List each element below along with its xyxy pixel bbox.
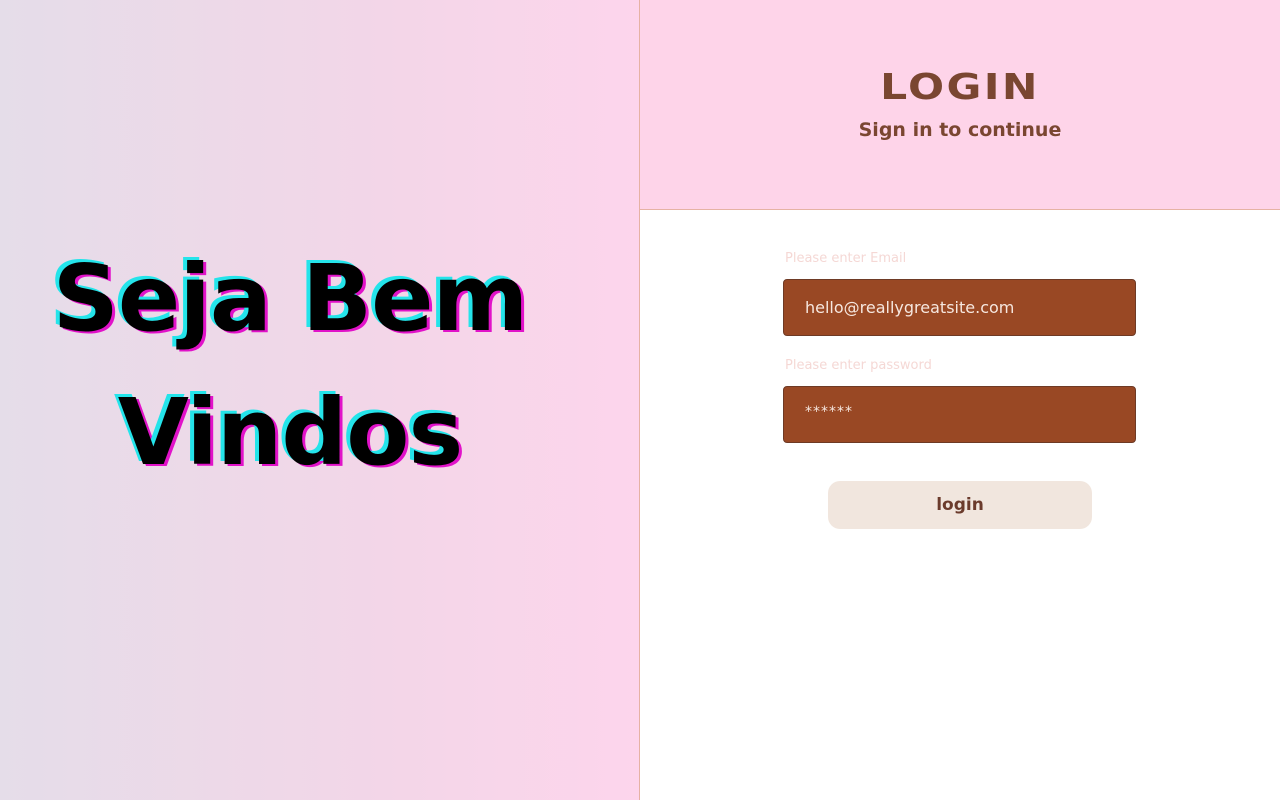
welcome-line-2: Vindos bbox=[117, 379, 463, 486]
login-header: LOGIN Sign in to continue bbox=[640, 0, 1280, 210]
page-title: LOGIN bbox=[880, 67, 1040, 108]
password-field[interactable]: ****** bbox=[783, 386, 1136, 443]
email-value: hello@reallygreatsite.com bbox=[805, 298, 1015, 317]
login-button-label: login bbox=[936, 495, 984, 515]
page-subtitle: Sign in to continue bbox=[858, 119, 1062, 141]
email-label: Please enter Email bbox=[785, 251, 907, 266]
welcome-heading: Seja Bem Vindos bbox=[40, 232, 540, 500]
welcome-line-1: Seja Bem bbox=[52, 245, 529, 352]
password-label: Please enter password bbox=[785, 358, 932, 373]
login-button[interactable]: login bbox=[828, 481, 1092, 529]
email-field[interactable]: hello@reallygreatsite.com bbox=[783, 279, 1136, 336]
password-value: ****** bbox=[805, 403, 853, 420]
